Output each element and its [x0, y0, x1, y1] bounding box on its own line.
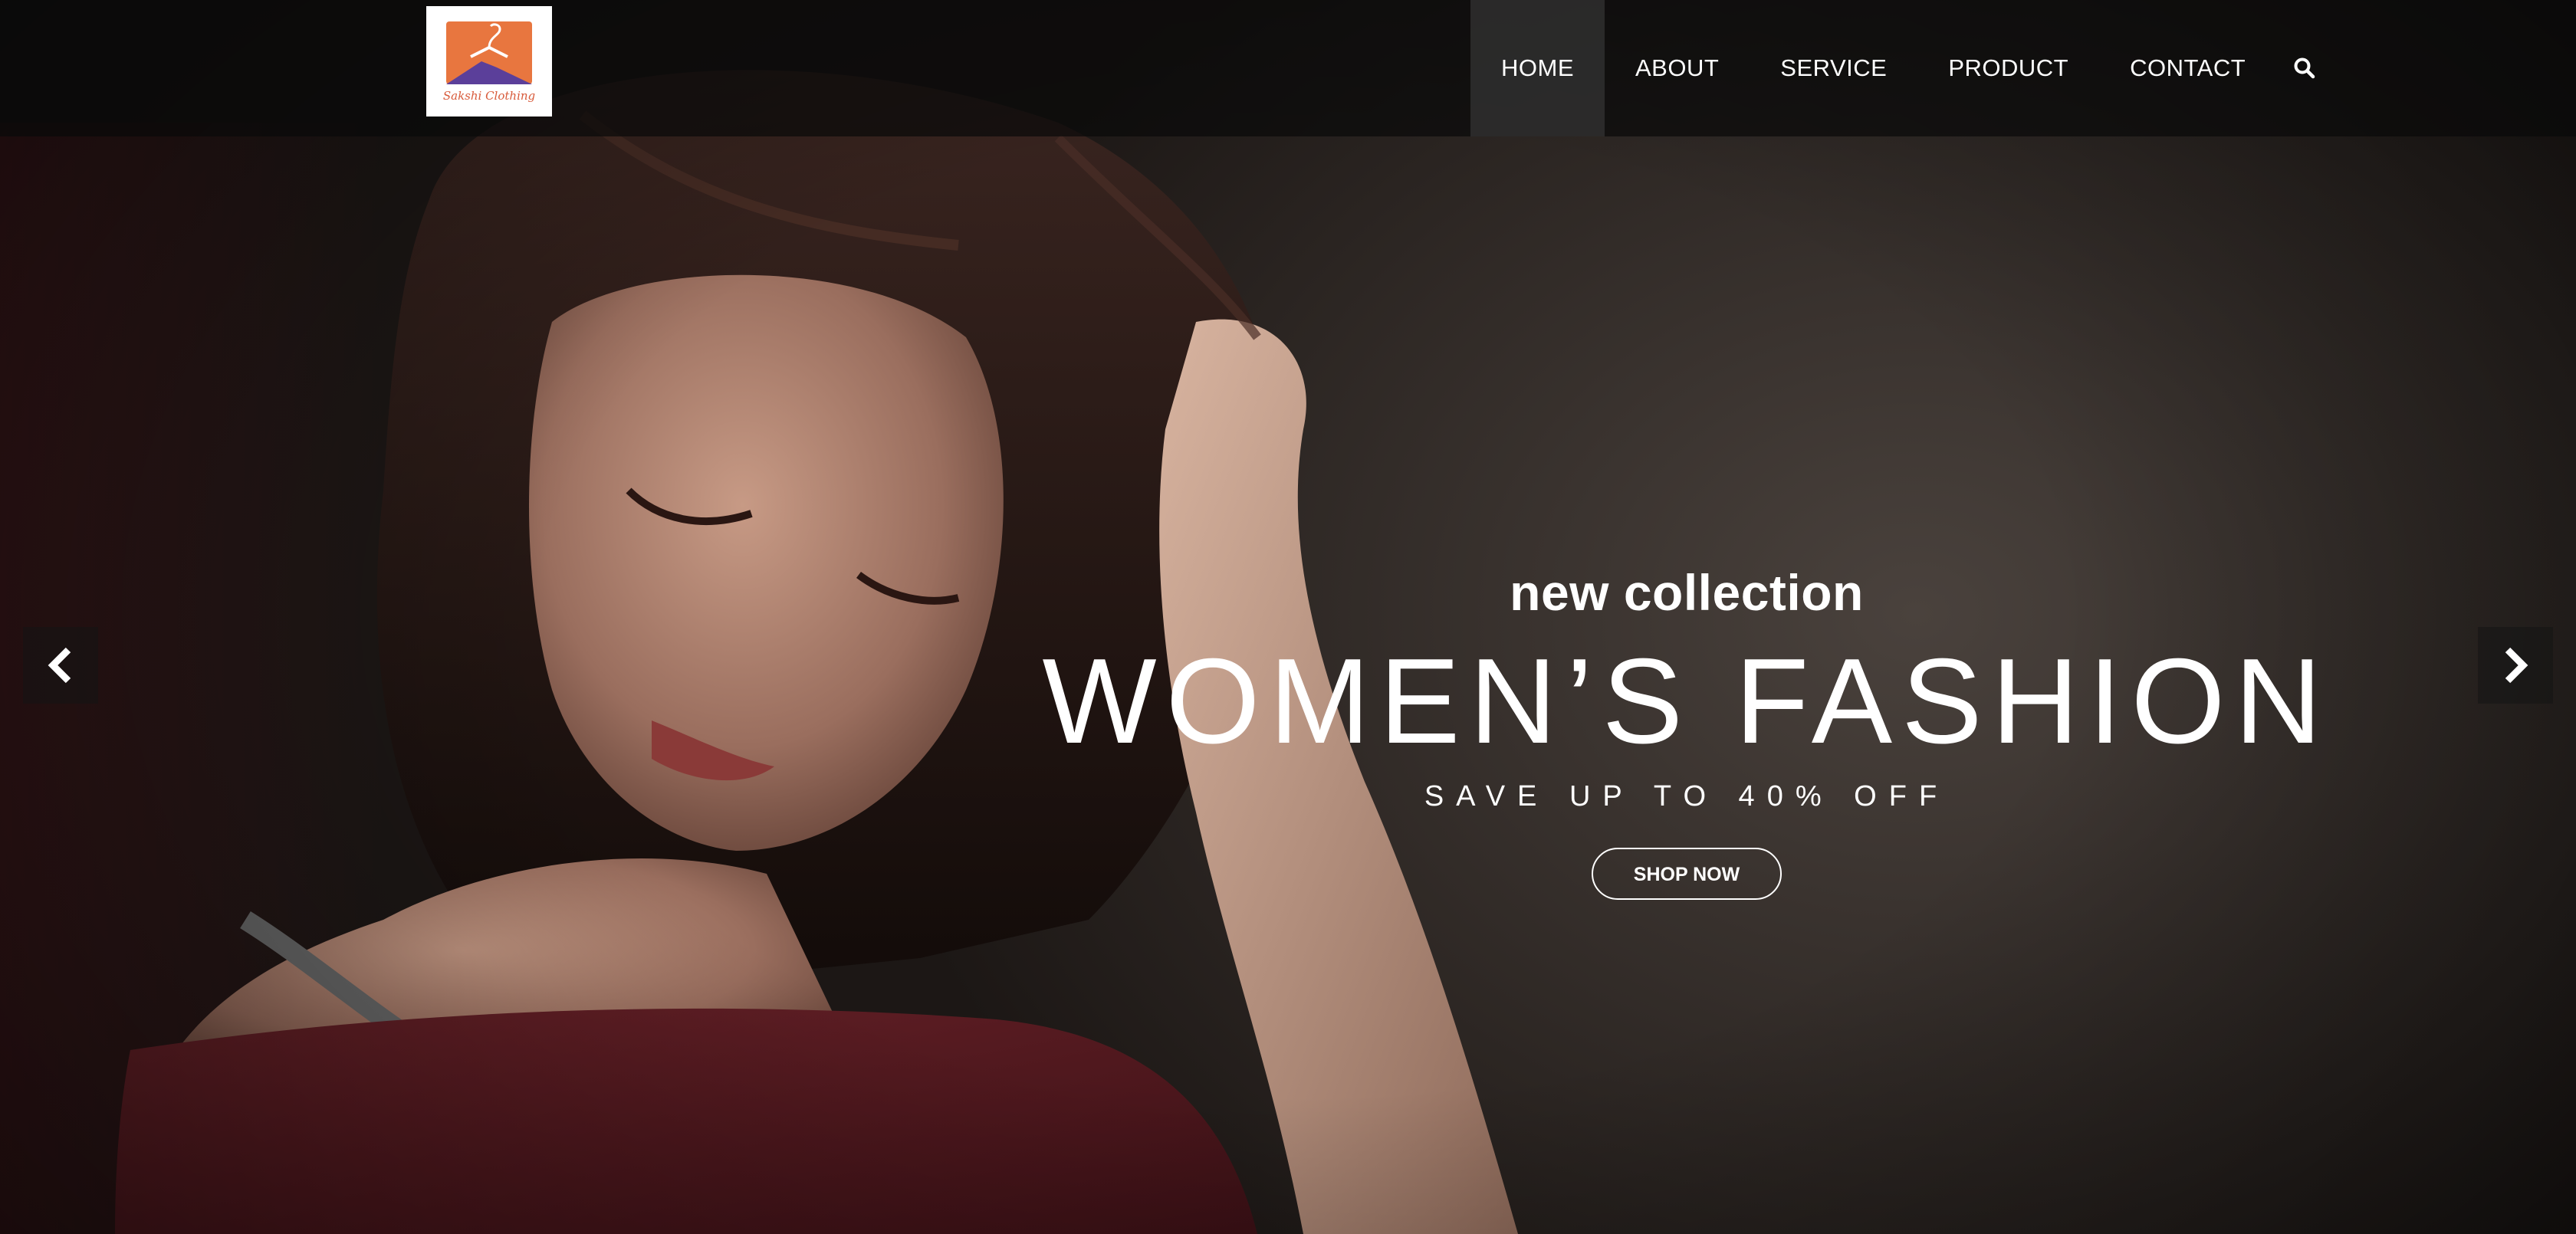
- slide-caption: new collection WOMEN’S FASHION SAVE UP T…: [997, 567, 2377, 900]
- slider-next-button[interactable]: [2478, 627, 2553, 704]
- nav-item-product[interactable]: PRODUCT: [1917, 0, 2099, 136]
- shop-now-button[interactable]: SHOP NOW: [1592, 848, 1782, 900]
- main-nav: HOME ABOUT SERVICE PRODUCT CONTACT: [1470, 0, 2333, 136]
- nav-item-label: PRODUCT: [1948, 54, 2069, 81]
- nav-item-label: CONTACT: [2130, 54, 2246, 81]
- page: Sakshi Clothing HOME ABOUT SERVICE PRODU…: [0, 0, 2576, 1234]
- slide-kicker: new collection: [1510, 564, 1864, 621]
- nav-item-home[interactable]: HOME: [1470, 0, 1605, 136]
- nav-item-label: HOME: [1501, 54, 1574, 81]
- chevron-right-icon: [2505, 647, 2528, 684]
- search-button[interactable]: [2276, 0, 2333, 136]
- chevron-left-icon: [48, 647, 71, 684]
- top-navbar: Sakshi Clothing HOME ABOUT SERVICE PRODU…: [0, 0, 2576, 136]
- nav-item-label: ABOUT: [1635, 54, 1720, 81]
- slide-title: WOMEN’S FASHION: [1042, 634, 2331, 769]
- brand-logo[interactable]: Sakshi Clothing: [426, 6, 552, 117]
- nav-item-contact[interactable]: CONTACT: [2099, 0, 2276, 136]
- nav-item-about[interactable]: ABOUT: [1605, 0, 1750, 136]
- slider-prev-button[interactable]: [23, 627, 98, 704]
- nav-item-label: SERVICE: [1780, 54, 1888, 81]
- logo-text: Sakshi Clothing: [443, 89, 535, 103]
- logo-mark-icon: Sakshi Clothing: [443, 21, 535, 103]
- nav-item-service[interactable]: SERVICE: [1750, 0, 1917, 136]
- search-icon: [2294, 57, 2315, 79]
- slide-subtitle: SAVE UP TO 40% OFF: [1424, 780, 1950, 812]
